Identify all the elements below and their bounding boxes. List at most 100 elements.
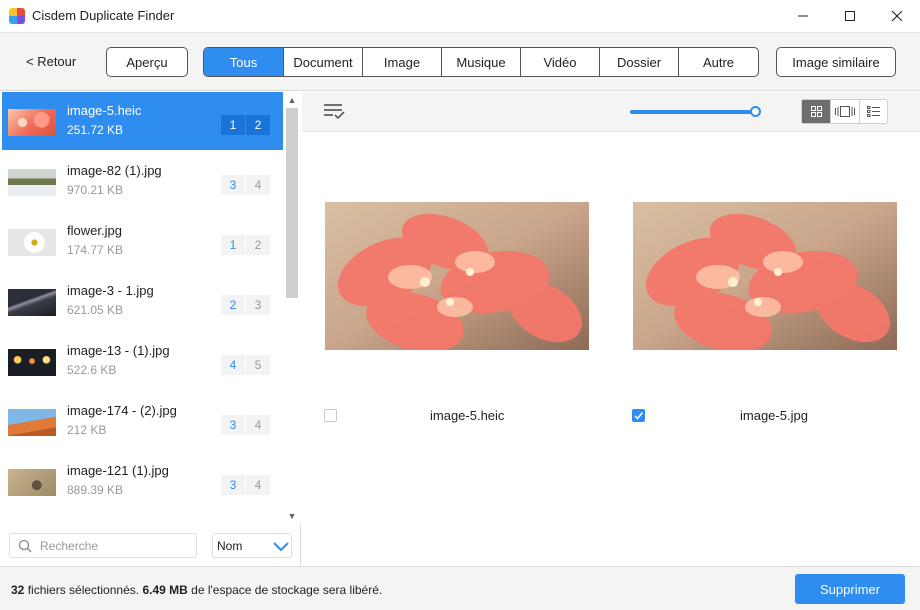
freed-size: 6.49 MB: [142, 583, 188, 597]
zoom-slider-handle[interactable]: [750, 106, 761, 117]
list-item[interactable]: image-3 - 1.jpg 621.05 KB 2 3: [2, 272, 283, 330]
group-count-badge: 1: [221, 235, 245, 255]
file-name: image-174 - (2).jpg: [67, 403, 177, 418]
file-count-badge: 2: [246, 235, 270, 255]
carousel-view-button[interactable]: [830, 100, 858, 123]
file-size: 889.39 KB: [67, 483, 124, 497]
selected-count-text: fichiers sélectionnés.: [27, 583, 140, 597]
grid-icon: [810, 106, 822, 117]
list-icon: [866, 106, 880, 117]
group-count-badge: 3: [221, 415, 245, 435]
toolbar: < Retour Aperçu Tous Document Image Musi…: [0, 32, 920, 91]
file-name: image-3 - 1.jpg: [67, 283, 154, 298]
file-list-panel: image-5.heic 251.72 KB 1 2 image-82 (1).…: [0, 92, 301, 566]
preview-image[interactable]: [633, 202, 897, 350]
status-bar: 32 fichiers sélectionnés. 6.49 MB de l'e…: [0, 566, 920, 610]
title-bar: Cisdem Duplicate Finder: [0, 0, 920, 32]
freed-size-text: de l'espace de stockage sera libéré.: [191, 583, 383, 597]
selection-summary: 32 fichiers sélectionnés. 6.49 MB de l'e…: [11, 583, 382, 597]
sort-select[interactable]: Nom: [212, 533, 292, 558]
file-count-badge: 5: [246, 355, 270, 375]
tab-other[interactable]: Autre: [678, 48, 758, 76]
file-name: image-5.heic: [67, 103, 142, 118]
thumbnail-daisy: [8, 229, 56, 256]
file-name: flower.jpg: [67, 223, 122, 238]
category-tabs: Tous Document Image Musique Vidéo Dossie…: [203, 47, 759, 77]
file-name: image-121 (1).jpg: [67, 463, 169, 478]
carousel-icon: [834, 106, 855, 117]
preview-image[interactable]: [325, 202, 589, 350]
search-input[interactable]: [40, 537, 190, 555]
app-logo-icon: [9, 8, 25, 24]
file-name: image-82 (1).jpg: [67, 163, 162, 178]
delete-button[interactable]: Supprimer: [795, 574, 905, 604]
list-scrollbar[interactable]: ▲ ▼: [283, 92, 301, 524]
list-item[interactable]: flower.jpg 174.77 KB 1 2: [2, 212, 283, 270]
preview-panel: image-5.heic image-5.jpg: [302, 92, 920, 566]
list-item[interactable]: image-5.heic 251.72 KB 1 2: [2, 92, 283, 150]
tab-video[interactable]: Vidéo: [520, 48, 599, 76]
thumbnail-flower-red: [8, 109, 56, 136]
group-count-badge: 2: [221, 295, 245, 315]
list-item[interactable]: image-121 (1).jpg 889.39 KB 3 4: [2, 452, 283, 510]
preview-button[interactable]: Aperçu: [106, 47, 188, 77]
tab-folder[interactable]: Dossier: [599, 48, 678, 76]
file-count-badge: 4: [246, 475, 270, 495]
file-size: 621.05 KB: [67, 303, 124, 317]
file-count-badge: 4: [246, 415, 270, 435]
scrollbar-thumb[interactable]: [286, 108, 298, 298]
check-icon: [634, 411, 644, 420]
search-box: [9, 533, 197, 558]
group-count-badge: 1: [221, 115, 245, 135]
scroll-down-icon[interactable]: ▼: [287, 511, 297, 521]
list-item[interactable]: image-13 - (1).jpg 522.6 KB 4 5: [2, 332, 283, 390]
list-view-button[interactable]: [858, 100, 887, 123]
preview-file-name: image-5.heic: [430, 408, 505, 423]
file-count-badge: 3: [246, 295, 270, 315]
file-size: 174.77 KB: [67, 243, 124, 257]
minimize-icon: [798, 15, 808, 17]
file-list: image-5.heic 251.72 KB 1 2 image-82 (1).…: [0, 92, 283, 524]
view-mode-switch: [801, 99, 888, 124]
file-size: 251.72 KB: [67, 123, 124, 137]
thumbnail-desert: [8, 409, 56, 436]
maximize-icon: [845, 11, 855, 21]
file-size: 212 KB: [67, 423, 107, 437]
thumbnail-field: [8, 169, 56, 196]
window-title: Cisdem Duplicate Finder: [32, 8, 175, 23]
zoom-slider-track[interactable]: [630, 110, 757, 114]
tab-all[interactable]: Tous: [204, 48, 283, 76]
close-button[interactable]: [874, 0, 920, 32]
group-count-badge: 3: [221, 175, 245, 195]
sort-value: Nom: [217, 539, 243, 553]
similar-image-button[interactable]: Image similaire: [776, 47, 896, 77]
select-checkbox[interactable]: [324, 409, 337, 422]
thumbnail-bokeh: [8, 349, 56, 376]
back-button[interactable]: < Retour: [26, 54, 76, 69]
file-size: 522.6 KB: [67, 363, 117, 377]
scroll-up-icon[interactable]: ▲: [287, 95, 297, 105]
tab-music[interactable]: Musique: [441, 48, 520, 76]
close-icon: [891, 10, 903, 22]
file-name: image-13 - (1).jpg: [67, 343, 170, 358]
preview-toolbar: [302, 92, 920, 132]
select-checkbox[interactable]: [632, 409, 645, 422]
file-count-badge: 4: [246, 175, 270, 195]
thumbnail-road-night: [8, 289, 56, 316]
maximize-button[interactable]: [827, 0, 873, 32]
file-count-badge: 2: [246, 115, 270, 135]
file-size: 970.21 KB: [67, 183, 124, 197]
group-count-badge: 4: [221, 355, 245, 375]
group-count-badge: 3: [221, 475, 245, 495]
search-icon: [18, 539, 32, 553]
select-list-icon[interactable]: [323, 103, 345, 120]
thumbnail-gravel: [8, 469, 56, 496]
list-item[interactable]: image-174 - (2).jpg 212 KB 3 4: [2, 392, 283, 450]
preview-file-name: image-5.jpg: [740, 408, 808, 423]
tab-image[interactable]: Image: [362, 48, 441, 76]
list-item[interactable]: image-82 (1).jpg 970.21 KB 3 4: [2, 152, 283, 210]
chevron-down-icon: [273, 542, 289, 552]
tab-document[interactable]: Document: [283, 48, 362, 76]
minimize-button[interactable]: [780, 0, 826, 32]
grid-view-button[interactable]: [802, 100, 831, 123]
